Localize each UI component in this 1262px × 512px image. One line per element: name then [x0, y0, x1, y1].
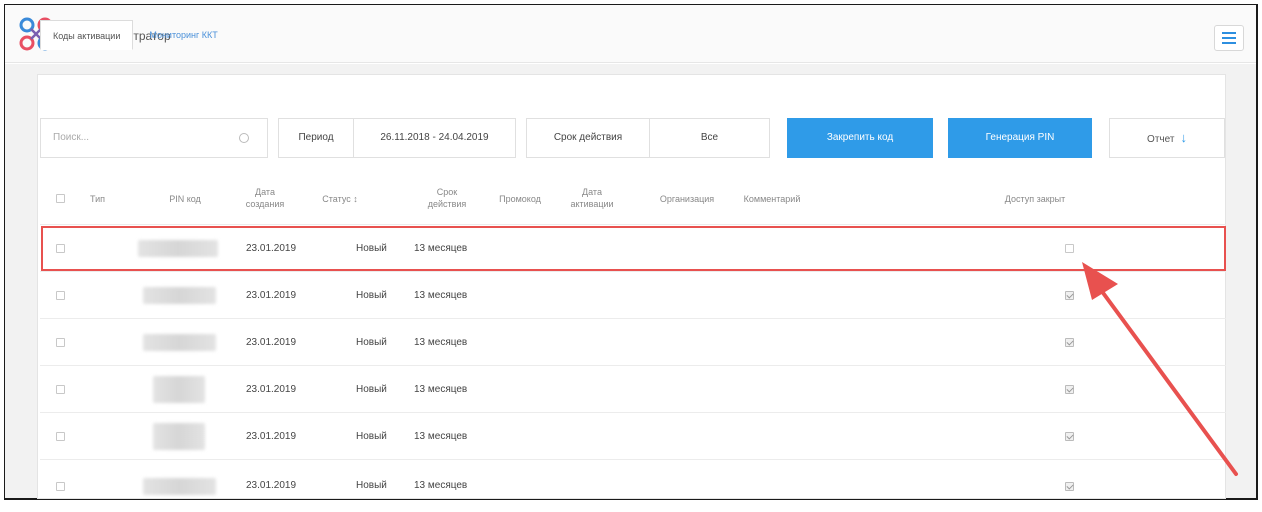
header-pin: PIN код [169, 194, 201, 204]
row-select-checkbox[interactable] [56, 432, 65, 441]
access-closed-checkbox[interactable] [1065, 291, 1074, 300]
period-label: Период [278, 118, 354, 158]
table-row[interactable]: 23.01.2019 Новый 13 месяцев [40, 224, 1226, 271]
header-created-line2: создания [245, 199, 285, 209]
access-closed-checkbox[interactable] [1065, 244, 1074, 253]
header-status[interactable]: Статус ↕ [310, 193, 370, 205]
search-placeholder: Поиск... [53, 132, 90, 143]
lock-code-button[interactable]: Закрепить код [787, 118, 933, 158]
header-access-closed: Доступ закрыт [1004, 194, 1066, 204]
created-date: 23.01.2019 [246, 290, 297, 301]
access-closed-checkbox[interactable] [1065, 338, 1074, 347]
header-term-line2: действия [427, 199, 467, 209]
header-term-line1: Срок [436, 187, 458, 197]
header-type: Тип [90, 194, 106, 204]
toolbar: Поиск... Период 26.11.2018 - 24.04.2019 … [40, 118, 1226, 158]
tab-bar: Коды активации Мониторинг ККТ [40, 20, 230, 50]
status: Новый [356, 337, 387, 348]
download-arrow-icon: ↓ [1180, 130, 1187, 145]
header-term: Срок действия [412, 186, 482, 210]
status: Новый [356, 243, 387, 254]
table-row[interactable]: 23.01.2019 Новый 13 месяцев [40, 365, 1226, 412]
header-activated: Дата активации [560, 186, 624, 210]
row-select-checkbox[interactable] [56, 244, 65, 253]
select-all-checkbox[interactable] [56, 194, 65, 203]
table-row[interactable]: 23.01.2019 Новый 13 месяцев [40, 459, 1226, 499]
period-date-range[interactable]: 26.11.2018 - 24.04.2019 [353, 118, 516, 158]
search-input[interactable]: Поиск... [40, 118, 268, 158]
term: 13 месяцев [414, 337, 468, 348]
row-select-checkbox[interactable] [56, 482, 65, 491]
status: Новый [356, 480, 387, 491]
table-row[interactable]: 23.01.2019 Новый 13 месяцев [40, 318, 1226, 365]
created-date: 23.01.2019 [246, 480, 297, 491]
search-icon [239, 133, 249, 143]
status: Новый [356, 290, 387, 301]
report-label: Отчет [1147, 134, 1175, 145]
pin-blurred [153, 423, 205, 450]
header-activated-line1: Дата [582, 187, 602, 197]
access-closed-checkbox[interactable] [1065, 482, 1074, 491]
access-closed-checkbox[interactable] [1065, 432, 1074, 441]
row-select-checkbox[interactable] [56, 338, 65, 347]
term: 13 месяцев [414, 243, 468, 254]
term-label: Срок действия [526, 118, 650, 158]
header-comment: Комментарий [743, 194, 801, 204]
pin-blurred [143, 478, 216, 495]
row-select-checkbox[interactable] [56, 385, 65, 394]
header-created: Дата создания [230, 186, 300, 210]
term: 13 месяцев [414, 480, 468, 491]
header-promo: Промокод [499, 194, 541, 204]
generate-pin-button[interactable]: Генерация PIN [948, 118, 1092, 158]
pin-blurred [143, 334, 216, 351]
status: Новый [356, 384, 387, 395]
pin-blurred [138, 240, 218, 257]
created-date: 23.01.2019 [246, 337, 297, 348]
hamburger-menu-icon[interactable] [1214, 25, 1244, 51]
header-created-line1: Дата [255, 187, 275, 197]
access-closed-checkbox[interactable] [1065, 385, 1074, 394]
pin-blurred [143, 287, 216, 304]
pin-blurred [153, 376, 205, 403]
tab-kkt-monitoring[interactable]: Мониторинг ККТ [137, 20, 229, 50]
header-activated-line2: активации [570, 199, 614, 209]
table-row[interactable]: 23.01.2019 Новый 13 месяцев [40, 271, 1226, 318]
row-select-checkbox[interactable] [56, 291, 65, 300]
status: Новый [356, 431, 387, 442]
term: 13 месяцев [414, 384, 468, 395]
term-select[interactable]: Все [649, 118, 770, 158]
tab-activation-codes[interactable]: Коды активации [40, 20, 134, 50]
created-date: 23.01.2019 [246, 243, 297, 254]
header-organization: Организация [659, 194, 715, 204]
created-date: 23.01.2019 [246, 431, 297, 442]
term: 13 месяцев [414, 290, 468, 301]
created-date: 23.01.2019 [246, 384, 297, 395]
report-button[interactable]: Отчет ↓ [1109, 118, 1225, 158]
table-row[interactable]: 23.01.2019 Новый 13 месяцев [40, 412, 1226, 459]
term: 13 месяцев [414, 431, 468, 442]
table-header: Тип PIN код Дата создания Статус ↕ Срок … [40, 172, 1226, 224]
